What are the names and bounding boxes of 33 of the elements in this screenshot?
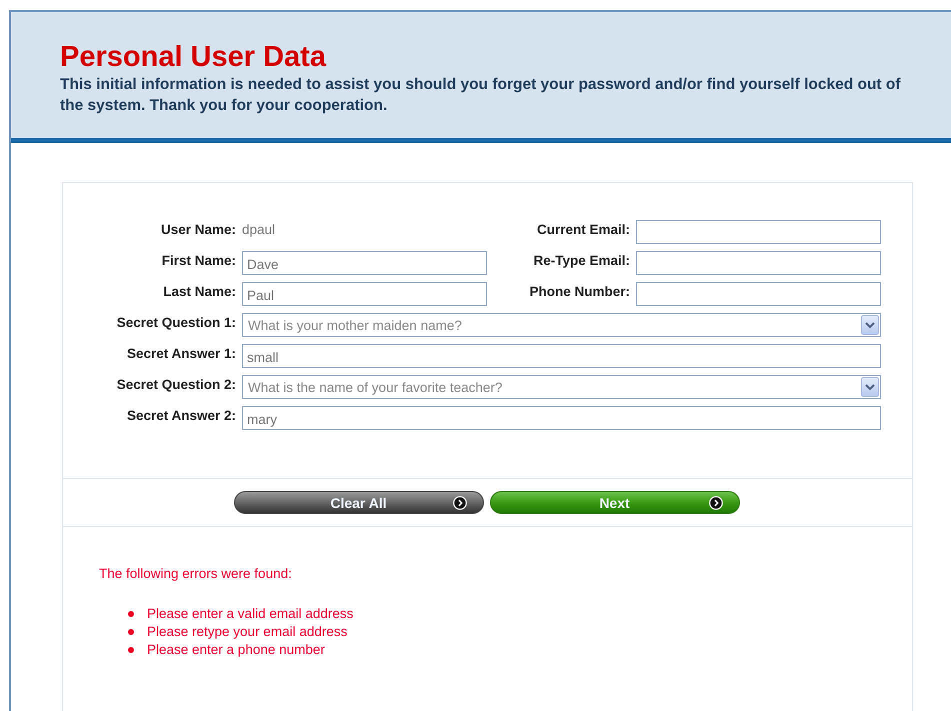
field-label: Current Email: <box>536 221 630 237</box>
next-button[interactable]: Next <box>490 491 740 514</box>
user-name-value: dpaul <box>242 221 276 237</box>
input-field[interactable] <box>636 220 881 244</box>
bullet-icon <box>128 647 134 653</box>
input-field[interactable]: mary <box>242 406 881 430</box>
field-label: Re-Type Email: <box>533 252 630 268</box>
error-message: Please enter a phone number <box>147 641 325 659</box>
clear-button[interactable]: Clear All <box>234 491 484 514</box>
chevron-circle-icon <box>708 496 722 510</box>
input-field[interactable]: Paul <box>242 282 487 306</box>
field-label: First Name: <box>162 252 236 268</box>
error-message: Please retype your email address <box>147 623 348 641</box>
error-heading: The following errors were found: <box>99 566 293 581</box>
bullet-icon <box>128 629 134 635</box>
page-title: Personal User Data <box>60 40 328 74</box>
input-field[interactable]: Dave <box>242 251 487 275</box>
error-message: Please enter a valid email address <box>147 605 354 623</box>
page-description: This initial information is needed to assist you should you forget your password and/or find yourself locked out of the system. Thank you for your cooperation. <box>60 75 902 116</box>
field-label: Secret Question 1: <box>116 314 236 330</box>
field-label: Phone Number: <box>529 283 630 299</box>
input-field[interactable]: small <box>242 344 881 368</box>
input-field[interactable] <box>636 282 881 306</box>
bullet-icon <box>128 611 134 617</box>
field-label: Secret Answer 2: <box>126 407 236 423</box>
dropdown-field[interactable]: What is the name of your favorite teacher? <box>242 375 881 399</box>
dropdown-field[interactable]: What is your mother maiden name? <box>242 313 881 337</box>
chevron-circle-icon <box>452 496 466 510</box>
input-field[interactable] <box>636 251 881 275</box>
field-label: Last Name: <box>163 283 236 299</box>
field-label: Secret Question 2: <box>116 376 236 392</box>
field-label: User Name: <box>160 221 236 237</box>
field-label: Secret Answer 1: <box>126 345 236 361</box>
